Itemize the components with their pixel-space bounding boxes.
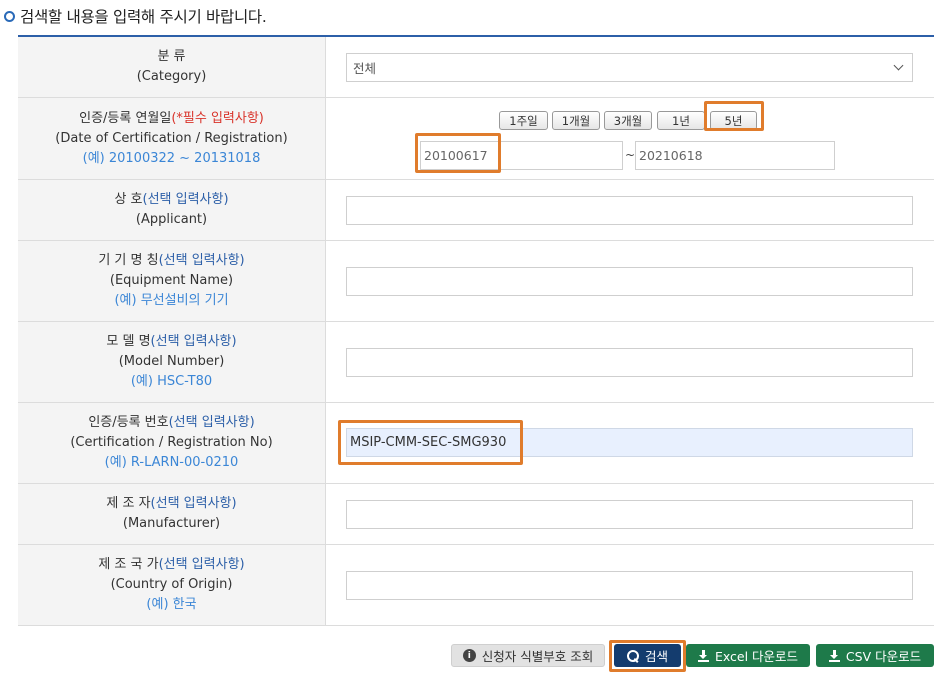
optional-note: (선택 입력사항) — [150, 496, 237, 511]
row-country: 제 조 국 가(선택 입력사항) (Country of Origin) (예)… — [18, 545, 934, 626]
applicant-label: 상 호(선택 입력사항) (Applicant) — [18, 180, 326, 240]
country-label-ko: 제 조 국 가 — [98, 557, 159, 572]
chevron-down-icon — [893, 60, 904, 71]
row-cert-no: 인증/등록 번호(선택 입력사항) (Certification / Regis… — [18, 403, 934, 484]
search-button[interactable]: 검색 — [614, 644, 681, 667]
download-icon — [697, 649, 709, 662]
equipment-label-ko: 기 기 명 칭 — [98, 253, 159, 268]
manufacturer-input[interactable] — [346, 500, 913, 529]
optional-note: (선택 입력사항) — [168, 415, 255, 430]
country-label-en: (Country of Origin) — [110, 577, 233, 592]
csv-download-label: CSV 다운로드 — [845, 649, 922, 664]
optional-note: (선택 입력사항) — [142, 192, 229, 207]
optional-note: (선택 입력사항) — [150, 334, 237, 349]
row-date: 인증/등록 연월일(*필수 입력사항) (Date of Certificati… — [18, 98, 934, 180]
applicant-lookup-button[interactable]: i 신청자 식별부호 조회 — [451, 644, 605, 667]
applicant-input[interactable] — [346, 196, 913, 225]
optional-note: (선택 입력사항) — [158, 253, 245, 268]
model-label-ko: 모 델 명 — [106, 334, 151, 349]
row-model: 모 델 명(선택 입력사항) (Model Number) (예) HSC-T8… — [18, 322, 934, 403]
search-icon — [626, 649, 639, 662]
row-applicant: 상 호(선택 입력사항) (Applicant) — [18, 180, 934, 241]
date-start-input[interactable]: 20100617 — [420, 141, 623, 170]
cert-no-label-ko: 인증/등록 번호 — [88, 415, 169, 430]
model-input[interactable] — [346, 348, 913, 377]
cert-no-input[interactable]: MSIP-CMM-SEC-SMG930 — [346, 428, 913, 457]
applicant-label-en: (Applicant) — [135, 212, 208, 227]
equipment-example: (예) 무선설비의 기기 — [114, 293, 229, 308]
manufacturer-label-en: (Manufacturer) — [122, 516, 221, 531]
equipment-label: 기 기 명 칭(선택 입력사항) (Equipment Name) (예) 무선… — [18, 241, 326, 321]
date-separator: ~ — [625, 148, 636, 162]
applicant-lookup-label: 신청자 식별부호 조회 — [481, 649, 594, 664]
period-1week-button[interactable]: 1주일 — [499, 111, 548, 130]
date-end-input[interactable]: 20210618 — [635, 141, 835, 170]
country-example: (예) 한국 — [146, 597, 197, 612]
search-form: 분 류 (Category) 전체 인증/등록 연월일(*필수 입력사항) (D… — [18, 35, 934, 626]
category-label-ko: 분 류 — [157, 49, 186, 64]
excel-download-button[interactable]: Excel 다운로드 — [686, 644, 810, 667]
info-icon: i — [462, 649, 476, 662]
model-example: (예) HSC-T80 — [130, 374, 213, 389]
circle-bullet-icon — [4, 10, 15, 22]
model-label: 모 델 명(선택 입력사항) (Model Number) (예) HSC-T8… — [18, 322, 326, 402]
manufacturer-label: 제 조 자(선택 입력사항) (Manufacturer) — [18, 484, 326, 544]
cert-no-example: (예) R-LARN-00-0210 — [104, 455, 239, 470]
category-selected-value: 전체 — [353, 61, 377, 76]
excel-download-label: Excel 다운로드 — [714, 649, 799, 664]
row-manufacturer: 제 조 자(선택 입력사항) (Manufacturer) — [18, 484, 934, 545]
model-label-en: (Model Number) — [118, 354, 225, 369]
equipment-input[interactable] — [346, 267, 913, 296]
equipment-label-en: (Equipment Name) — [109, 273, 234, 288]
period-3month-button[interactable]: 3개월 — [604, 111, 652, 130]
optional-note: (선택 입력사항) — [158, 557, 245, 572]
applicant-label-ko: 상 호 — [114, 192, 143, 207]
cert-no-label-en: (Certification / Registration No) — [70, 435, 273, 450]
date-label-ko: 인증/등록 연월일 — [79, 110, 172, 126]
country-label: 제 조 국 가(선택 입력사항) (Country of Origin) (예)… — [18, 545, 326, 625]
search-label: 검색 — [644, 649, 668, 664]
section-heading: 검색할 내용을 입력해 주시기 바랍니다. — [4, 5, 267, 27]
period-1month-button[interactable]: 1개월 — [552, 111, 600, 130]
section-title: 검색할 내용을 입력해 주시기 바랍니다. — [20, 8, 267, 26]
row-equipment: 기 기 명 칭(선택 입력사항) (Equipment Name) (예) 무선… — [18, 241, 934, 322]
date-label-en: (Date of Certification / Registration) — [55, 130, 288, 146]
category-label: 분 류 (Category) — [18, 37, 326, 97]
category-select[interactable]: 전체 — [346, 53, 913, 82]
csv-download-button[interactable]: CSV 다운로드 — [816, 644, 934, 667]
category-label-en: (Category) — [136, 69, 207, 84]
required-note: (*필수 입력사항) — [171, 110, 264, 126]
period-5year-button[interactable]: 5년 — [710, 111, 757, 130]
date-example: (예) 20100322 ~ 20131018 — [82, 150, 261, 166]
period-1year-button[interactable]: 1년 — [657, 111, 705, 130]
row-category: 분 류 (Category) 전체 — [18, 37, 934, 98]
date-label: 인증/등록 연월일(*필수 입력사항) (Date of Certificati… — [18, 98, 326, 179]
country-input[interactable] — [346, 571, 913, 600]
download-icon — [828, 649, 840, 662]
cert-no-label: 인증/등록 번호(선택 입력사항) (Certification / Regis… — [18, 403, 326, 483]
manufacturer-label-ko: 제 조 자 — [106, 496, 151, 511]
